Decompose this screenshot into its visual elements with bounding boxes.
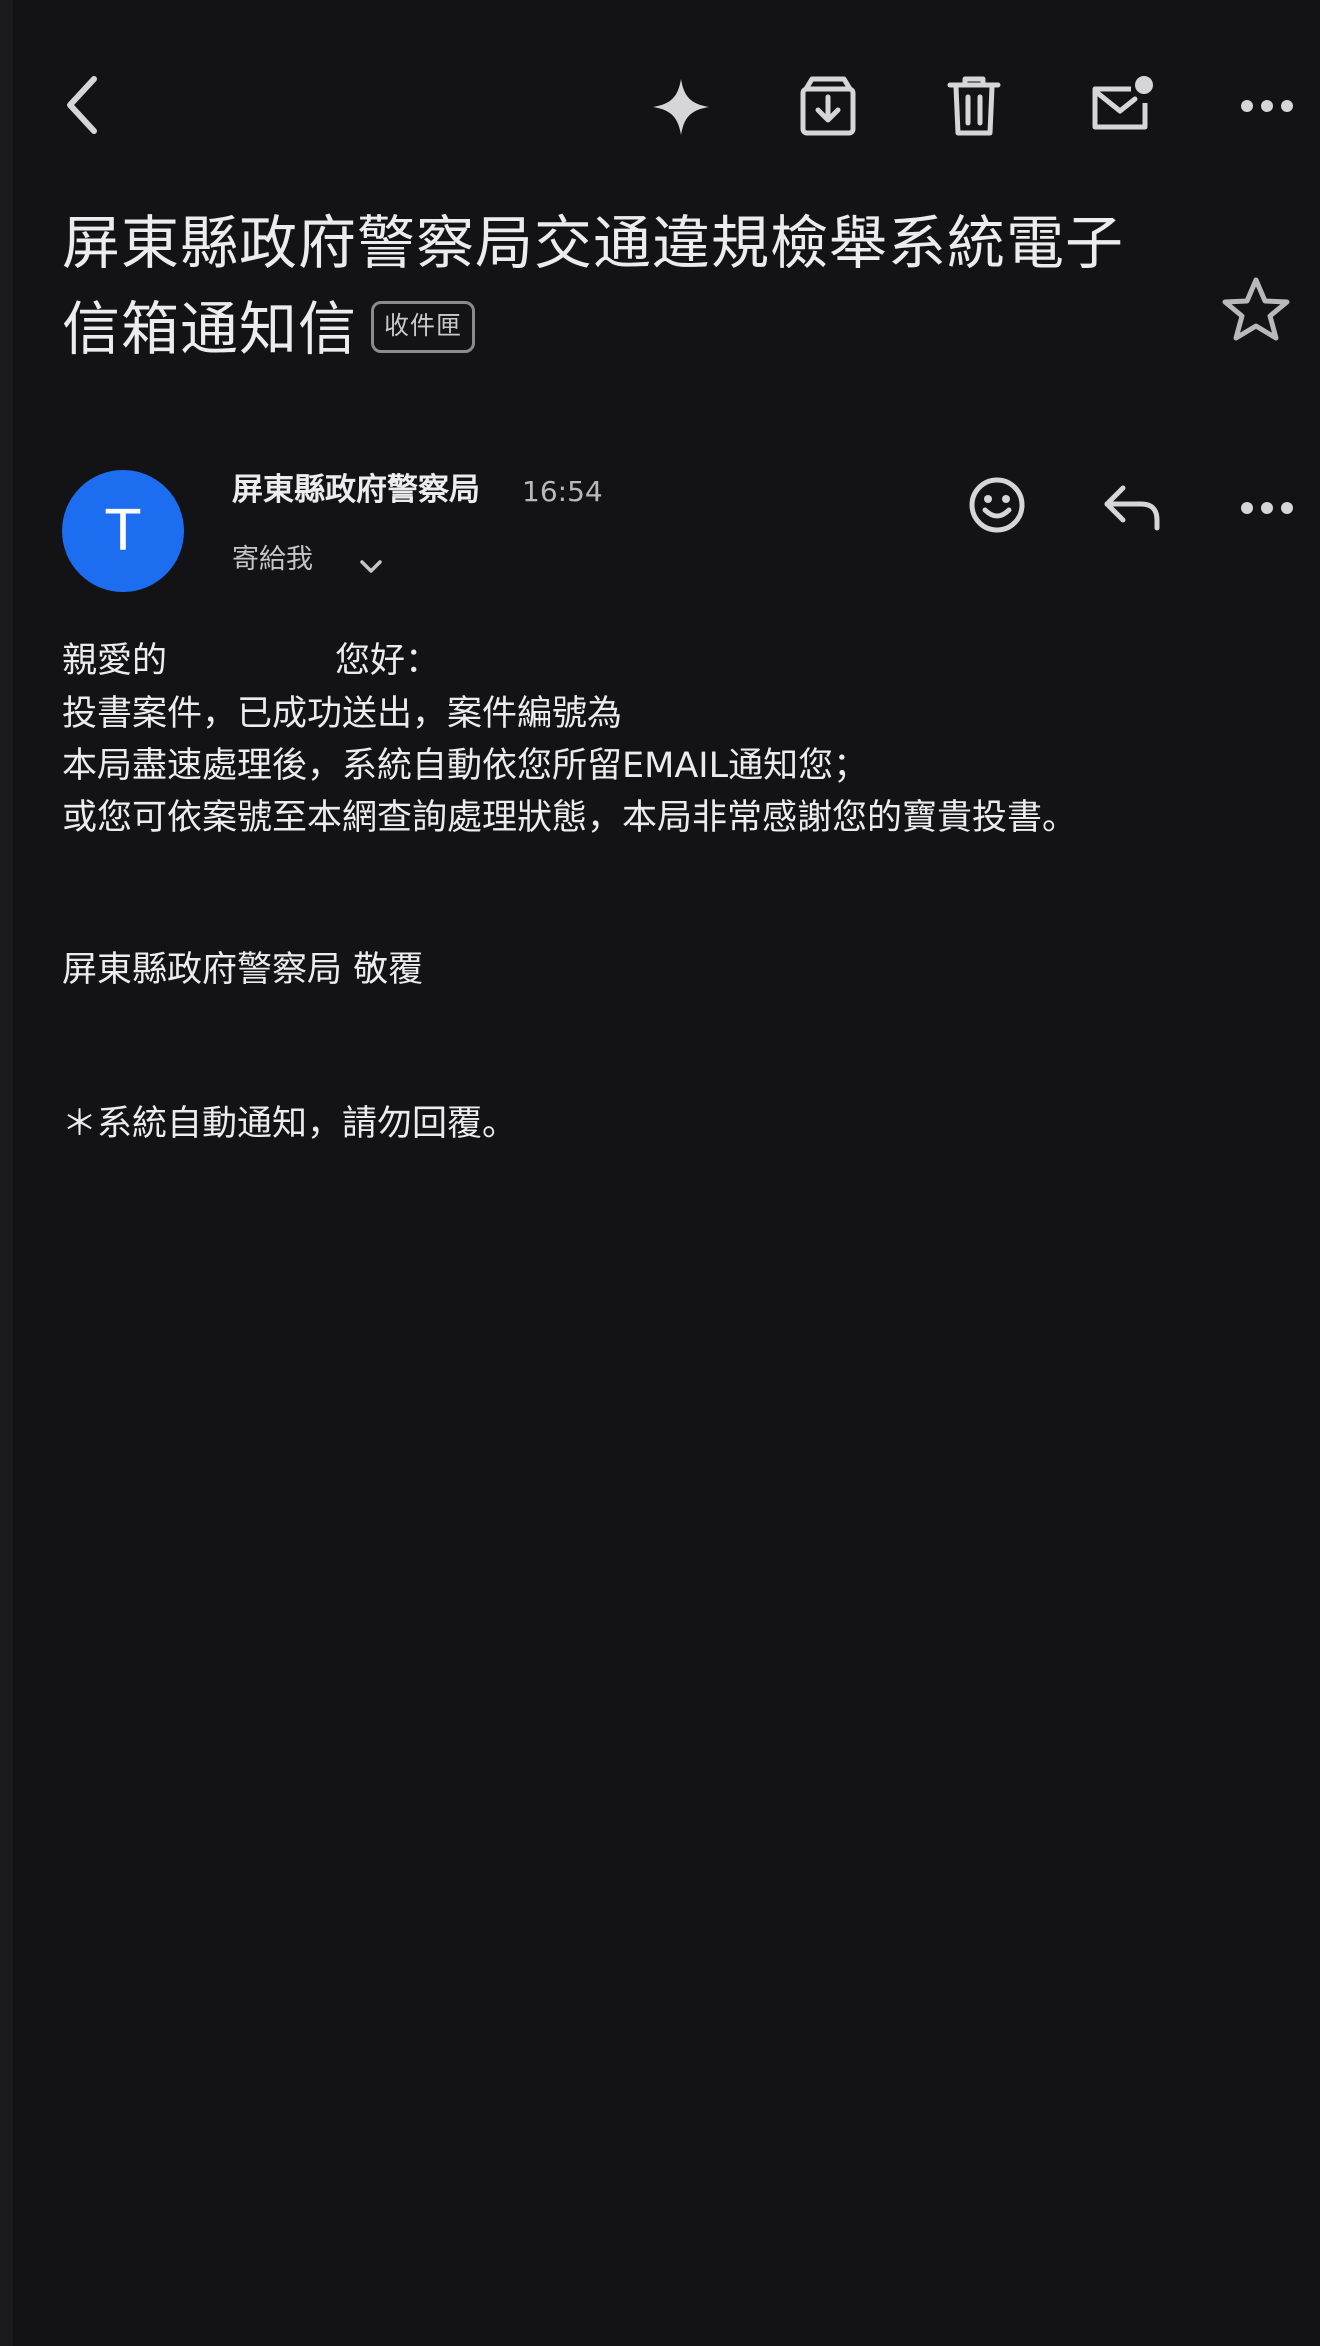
email-subject: 屏東縣政府警察局交通違規檢舉系統電子信箱通知信 收件匣: [62, 200, 1142, 372]
sparkle-icon: [653, 79, 709, 135]
redacted-case-number: [622, 687, 903, 725]
reply-icon: [1104, 485, 1160, 531]
ai-assist-button[interactable]: [646, 72, 716, 142]
star-icon: [1222, 277, 1290, 341]
body-line-processing: 本局盡速處理後，系統自動依您所留EMAIL通知您；: [62, 746, 869, 786]
star-button[interactable]: [1216, 270, 1296, 350]
mark-unread-button[interactable]: [1082, 68, 1158, 140]
auto-notice-footnote: ＊系統自動通知，請勿回覆。: [62, 1104, 518, 1144]
greeting-line: 親愛的 您好：: [62, 634, 1282, 687]
message-more-button[interactable]: [1232, 486, 1302, 530]
emoji-icon: [969, 477, 1025, 533]
avatar-letter: T: [105, 498, 141, 564]
subject-text: 屏東縣政府警察局交通違規檢舉系統電子信箱通知信: [62, 209, 1125, 363]
body-line-query: 或您可依案號至本網查詢處理狀態，本局非常感謝您的寶貴投書。: [62, 798, 1078, 838]
sender-name: 屏東縣政府警察局: [232, 472, 480, 508]
recipient-details-toggle[interactable]: 寄給我: [232, 540, 382, 580]
greeting-suffix: 您好：: [335, 641, 441, 681]
inbox-label-badge[interactable]: 收件匣: [371, 300, 476, 353]
recipient-text: 寄給我: [232, 544, 313, 575]
greeting-prefix: 親愛的: [62, 641, 168, 681]
trash-icon: [947, 76, 1001, 136]
mail-unread-icon: [1092, 76, 1153, 130]
left-edge-strip: [0, 0, 13, 2346]
more-horizontal-icon: [1241, 502, 1293, 514]
case-text: 投書案件，已成功送出，案件編號為: [62, 694, 623, 734]
redacted-name: [167, 634, 336, 672]
more-options-button[interactable]: [1232, 84, 1302, 128]
more-horizontal-icon: [1241, 100, 1293, 112]
reply-button[interactable]: [1096, 474, 1168, 540]
archive-button[interactable]: [792, 70, 864, 142]
body-line-case: 投書案件，已成功送出，案件編號為: [62, 687, 1282, 740]
back-button[interactable]: [52, 70, 112, 140]
chevron-down-icon: [360, 560, 382, 573]
email-body: 親愛的 您好： 投書案件，已成功送出，案件編號為 本局盡速處理後，系統自動依您所留…: [62, 634, 1282, 844]
archive-icon: [800, 76, 856, 136]
delete-button[interactable]: [938, 70, 1010, 142]
sender-avatar[interactable]: T: [62, 470, 184, 592]
chevron-left-icon: [67, 76, 97, 134]
email-signature: 屏東縣政府警察局 敬覆: [62, 950, 424, 990]
react-emoji-button[interactable]: [962, 470, 1032, 540]
sent-time: 16:54: [522, 475, 603, 508]
